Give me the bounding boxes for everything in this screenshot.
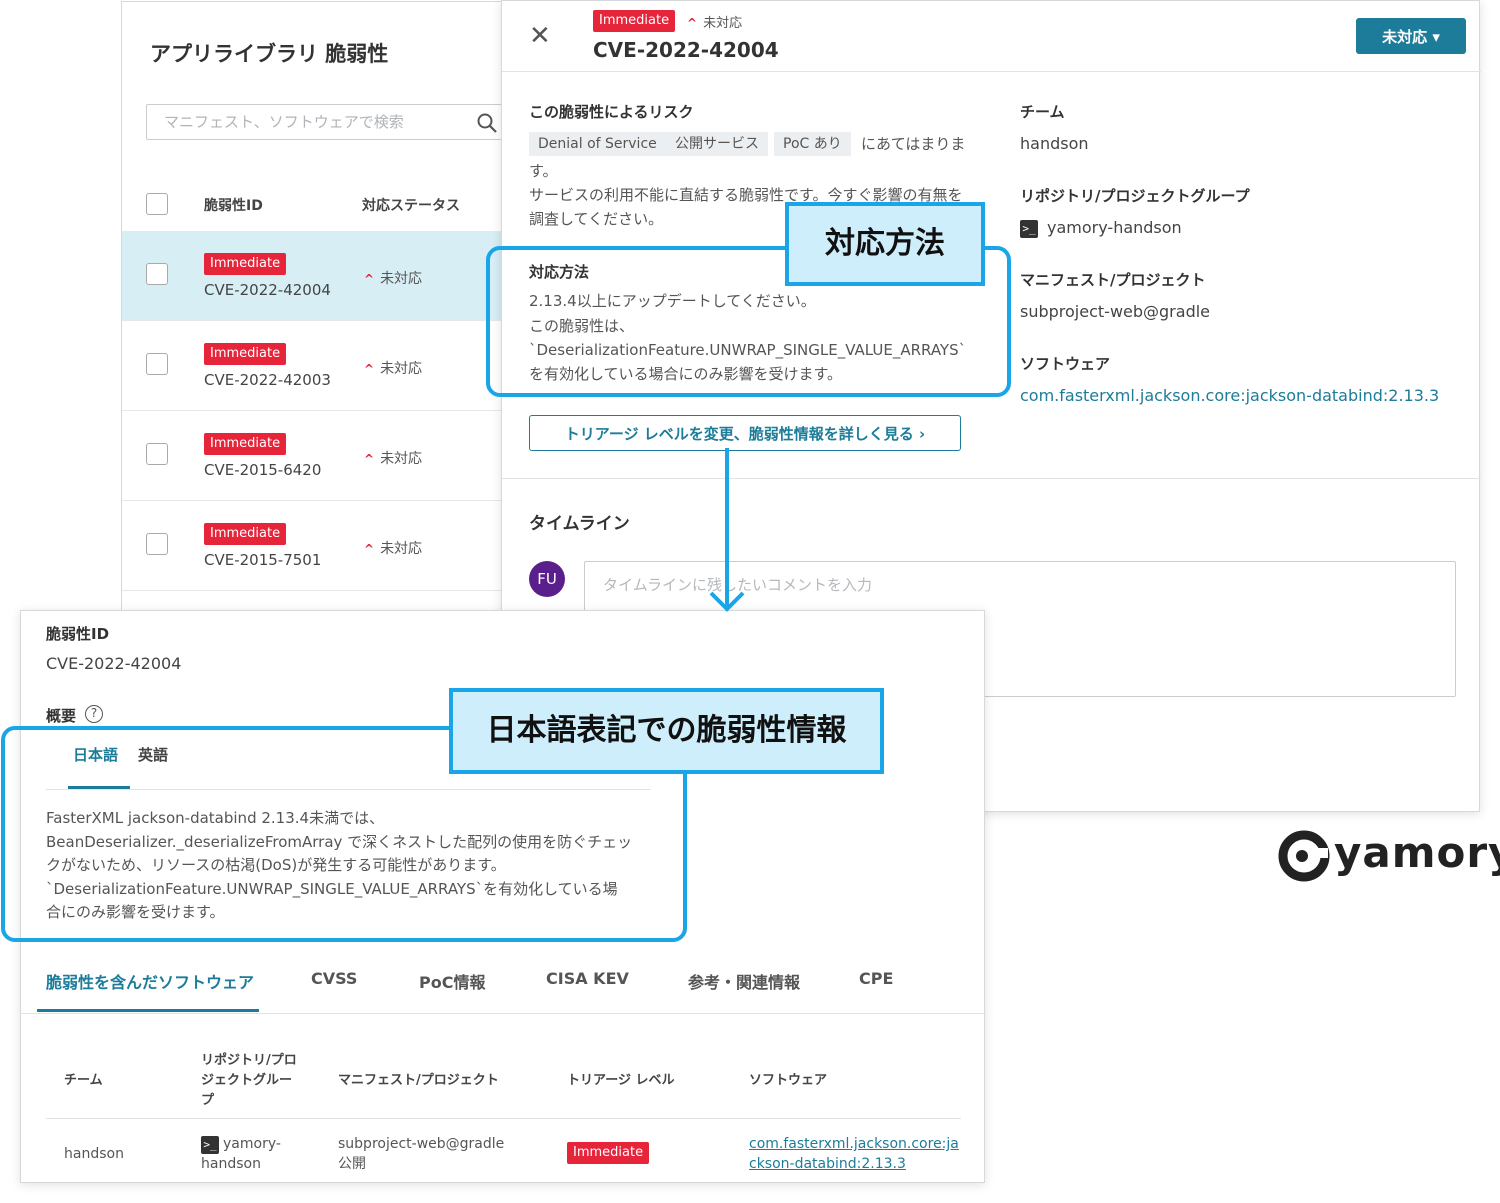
column-header-vuln-id[interactable]: 脆弱性ID [204, 195, 263, 215]
cve-id: CVE-2022-42003 [204, 371, 331, 389]
search-input[interactable] [147, 105, 505, 139]
repo-heading: リポジトリ/プロジェクトグループ [1020, 187, 1250, 205]
repo-cell: yamory- [223, 1136, 281, 1152]
divider [502, 71, 1481, 72]
callout-label-japanese-info: 日本語表記での脆弱性情報 [449, 688, 884, 774]
tab-cpe[interactable]: CPE [859, 969, 893, 988]
triage-badge: Immediate [567, 1142, 650, 1164]
callout-label-remedy: 対応方法 [785, 202, 985, 286]
page-title: アプリライブラリ 脆弱性 [150, 42, 389, 66]
team-value: handson [1020, 134, 1089, 153]
risk-text: 調査してください。 [529, 210, 664, 228]
row-checkbox[interactable] [146, 353, 168, 375]
risk-tag: 公開サービス [666, 132, 768, 156]
row-checkbox[interactable] [146, 443, 168, 465]
status-text: ^ 未対応 [364, 451, 423, 467]
status-text: ^ 未対応 [364, 361, 423, 377]
manifest-cell: subproject-web@gradle [338, 1136, 505, 1152]
column-header-manifest: マニフェスト/プロジェクト [338, 1073, 499, 1088]
manifest-visibility: 公開 [338, 1156, 366, 1172]
search-box[interactable] [146, 104, 506, 140]
cve-id: CVE-2015-7501 [204, 551, 322, 569]
manifest-heading: マニフェスト/プロジェクト [1020, 271, 1206, 289]
severity-badge: Immediate [593, 10, 676, 32]
vuln-id-value: CVE-2022-42004 [46, 654, 182, 673]
search-icon[interactable] [477, 113, 497, 133]
status-text: ^ 未対応 [687, 16, 743, 31]
team-cell: handson [64, 1146, 124, 1162]
status-text: ^ 未対応 [364, 541, 423, 557]
cve-title: CVE-2022-42004 [593, 38, 779, 62]
tab-cvss[interactable]: CVSS [311, 969, 357, 988]
row-checkbox[interactable] [146, 263, 168, 285]
terminal-icon: >_ [1020, 220, 1038, 238]
severity-badge: Immediate [204, 343, 287, 365]
timeline-heading: タイムライン [529, 514, 630, 534]
overview-label: 概要 [46, 707, 77, 725]
tab-references[interactable]: 参考・関連情報 [688, 969, 800, 993]
column-header-team: チーム [64, 1073, 103, 1088]
cve-id: CVE-2015-6420 [204, 461, 322, 479]
divider [21, 1013, 986, 1014]
terminal-icon: >_ [201, 1136, 219, 1154]
table-row[interactable]: Immediate CVE-2022-42003 ^ 未対応 [122, 321, 522, 411]
column-header-status[interactable]: 対応ステータス [362, 195, 460, 215]
column-header-repo: リポジトリ/プロ ジェクトグルー プ [201, 1053, 297, 1108]
yamory-logo: yamory [1278, 826, 1500, 886]
yamory-logo-text: yamory [1334, 828, 1500, 877]
select-all-checkbox[interactable] [146, 193, 168, 215]
row-checkbox[interactable] [146, 533, 168, 555]
vuln-id-label: 脆弱性ID [46, 625, 110, 643]
team-heading: チーム [1020, 103, 1065, 121]
vulnerability-list-panel: アプリライブラリ 脆弱性 脆弱性ID 対応ステータス Immediate CVE… [121, 1, 522, 641]
close-icon[interactable]: ✕ [529, 23, 551, 49]
tab-affected-software[interactable]: 脆弱性を含んだソフトウェア [46, 969, 254, 993]
risk-tag: Denial of Service [529, 132, 666, 156]
avatar: FU [529, 561, 565, 597]
column-header-triage: トリアージ レベル [567, 1073, 675, 1088]
caret-up-icon: ^ [364, 542, 375, 556]
tab-cisa-kev[interactable]: CISA KEV [546, 969, 629, 988]
software-link[interactable]: com.fasterxml.jackson.core:ja [749, 1134, 959, 1154]
status-text: ^ 未対応 [364, 271, 423, 287]
severity-badge: Immediate [204, 433, 287, 455]
risk-heading: この脆弱性によるリスク [529, 103, 694, 121]
cve-id: CVE-2022-42004 [204, 281, 331, 299]
software-link[interactable]: ckson-databind:2.13.3 [749, 1154, 906, 1174]
yamory-logo-mark-icon [1278, 830, 1330, 882]
risk-text: にあてはまりま [861, 135, 966, 153]
software-heading: ソフトウェア [1020, 355, 1111, 373]
risk-text: す。 [529, 162, 558, 180]
caret-up-icon: ^ [687, 16, 698, 30]
divider [46, 1118, 961, 1119]
column-header-software: ソフトウェア [749, 1073, 828, 1088]
table-row[interactable]: Immediate CVE-2015-7501 ^ 未対応 [122, 501, 522, 591]
repo-value: yamory-handson [1047, 218, 1182, 237]
caret-up-icon: ^ [364, 452, 375, 466]
divider [502, 478, 1481, 479]
caret-up-icon: ^ [364, 362, 375, 376]
active-tab-indicator [37, 1009, 259, 1012]
table-row[interactable]: Immediate CVE-2015-6420 ^ 未対応 [122, 411, 522, 501]
table-row[interactable]: Immediate CVE-2022-42004 ^ 未対応 [122, 231, 522, 321]
triage-detail-button[interactable]: トリアージ レベルを変更、脆弱性情報を詳しく見る › [529, 415, 961, 451]
severity-badge: Immediate [204, 523, 287, 545]
software-link[interactable]: com.fasterxml.jackson.core:jackson-datab… [1020, 386, 1439, 405]
risk-tag: PoC あり [774, 132, 851, 156]
status-dropdown-button[interactable]: 未対応 ▾ [1356, 18, 1466, 54]
help-icon[interactable]: ? [85, 705, 103, 723]
arrow-down-icon [709, 448, 745, 612]
severity-badge: Immediate [204, 253, 287, 275]
manifest-value: subproject-web@gradle [1020, 302, 1211, 321]
repo-cell: handson [201, 1156, 261, 1172]
caret-up-icon: ^ [364, 272, 375, 286]
tab-poc[interactable]: PoC情報 [419, 969, 485, 993]
